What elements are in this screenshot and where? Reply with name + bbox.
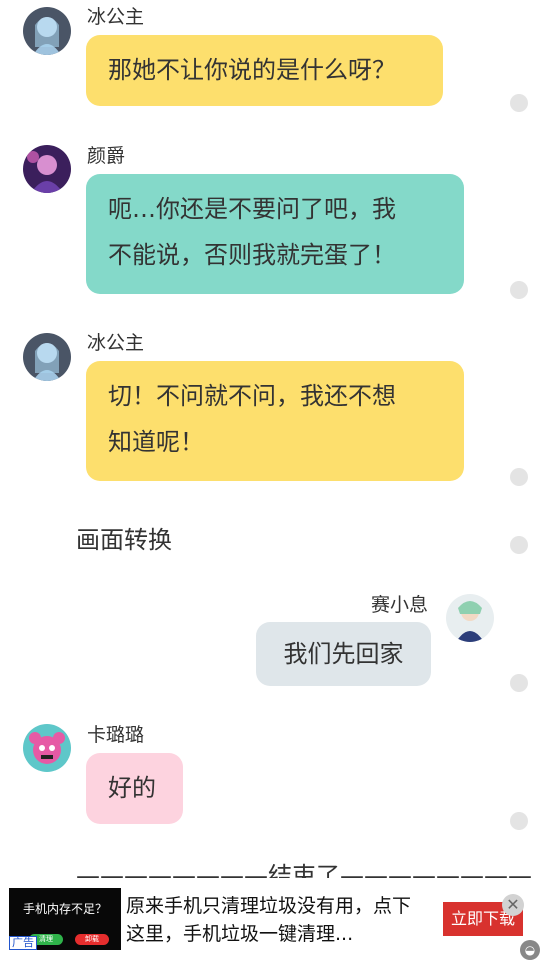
- message-text-line: 不能说，否则我就完蛋了！: [108, 241, 396, 269]
- avatar-yan-jue[interactable]: [23, 145, 71, 193]
- sender-name: 冰公主: [87, 6, 145, 28]
- ad-text[interactable]: 原来手机只清理垃圾没有用，点下这里，手机垃圾一键清理...: [126, 892, 426, 948]
- message-bubble[interactable]: 那她不让你说的是什么呀？: [86, 35, 443, 106]
- message-text-line: 知道呢！: [108, 428, 204, 456]
- narration-scene-change: 画面转换: [76, 526, 172, 554]
- message-menu-dot[interactable]: [510, 281, 528, 299]
- avatar-sai-xiaoxi[interactable]: [446, 594, 494, 642]
- avatar-image: [23, 7, 71, 55]
- avatar-bing-gongzhu[interactable]: [23, 333, 71, 381]
- message-text: 好的: [108, 774, 156, 802]
- message-menu-dot[interactable]: [510, 674, 528, 692]
- message-menu-dot[interactable]: [510, 94, 528, 112]
- avatar-bing-gongzhu[interactable]: [23, 7, 71, 55]
- sender-name: 颜爵: [87, 145, 126, 167]
- ad-banner[interactable]: 手机内存不足？ 清理 卸载 广告 原来手机只清理垃圾没有用，点下这里，手机垃圾一…: [0, 878, 540, 960]
- message-bubble[interactable]: 好的: [86, 753, 183, 824]
- avatar-ka-lulu[interactable]: [23, 724, 71, 772]
- avatar-image: [23, 333, 71, 381]
- avatar-image: [446, 594, 494, 642]
- avatar-image: [23, 145, 71, 193]
- avatar-image: [23, 724, 71, 772]
- message-bubble[interactable]: 切！不问就不问，我还不想 知道呢！: [86, 361, 464, 481]
- message-text: 我们先回家: [283, 640, 404, 668]
- message-bubble[interactable]: 我们先回家: [256, 622, 431, 686]
- message-text-line: 切！不问就不问，我还不想: [108, 382, 396, 410]
- sender-name: 冰公主: [87, 332, 145, 354]
- message-text-line: 呃…你还是不要问了吧，我: [108, 195, 396, 223]
- ad-image-uninstall-pill: 卸载: [75, 934, 109, 945]
- message-text: 那她不让你说的是什么呀？: [108, 56, 396, 84]
- message-menu-dot[interactable]: [510, 812, 528, 830]
- message-menu-dot[interactable]: [510, 536, 528, 554]
- ad-image-title: 手机内存不足？: [22, 902, 107, 916]
- ad-tag-label: 广告: [9, 936, 37, 950]
- sender-name: 卡璐璐: [87, 724, 145, 746]
- message-bubble[interactable]: 呃…你还是不要问了吧，我 不能说，否则我就完蛋了！: [86, 174, 464, 294]
- sender-name: 赛小息: [371, 594, 429, 616]
- ad-logo-icon: ◒: [520, 940, 540, 960]
- message-menu-dot[interactable]: [510, 468, 528, 486]
- close-icon[interactable]: ✕: [502, 894, 524, 916]
